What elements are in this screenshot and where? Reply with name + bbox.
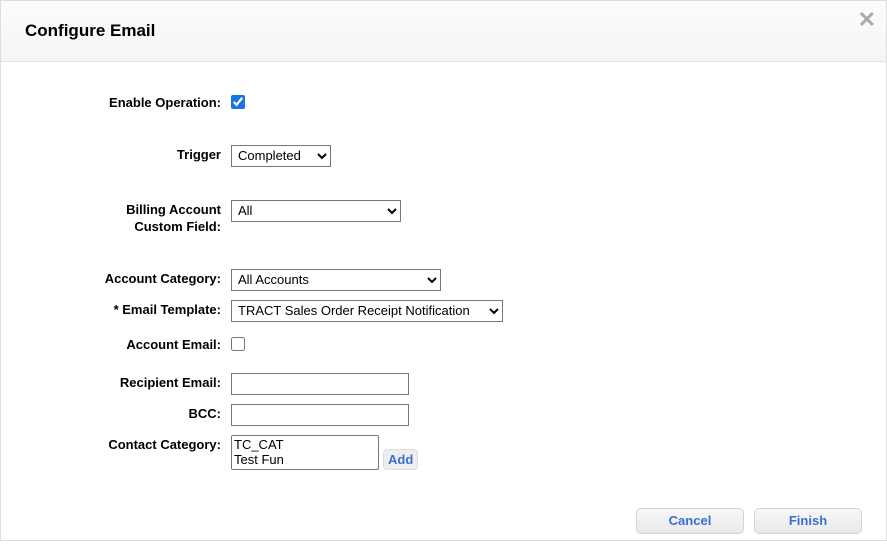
add-link[interactable]: Add [383, 449, 418, 470]
option-contact-testfun[interactable]: Test Fun [234, 452, 376, 468]
configure-email-dialog: Configure Email ✕ Enable Operation: Trig… [0, 0, 887, 541]
row-recipient-email: Recipient Email: [21, 372, 866, 395]
option-contact-tccat[interactable]: TC_CAT [234, 437, 376, 453]
select-account-category[interactable]: All Accounts [231, 269, 441, 291]
label-bcc: BCC: [21, 403, 231, 423]
row-trigger: Trigger Completed [21, 144, 866, 167]
dialog-title: Configure Email [25, 21, 862, 41]
dialog-footer: Cancel Finish [1, 498, 886, 558]
input-bcc[interactable] [231, 404, 409, 426]
label-account-category: Account Category: [21, 268, 231, 288]
row-account-email: Account Email: [21, 334, 866, 354]
row-bcc: BCC: [21, 403, 866, 426]
label-account-email: Account Email: [21, 334, 231, 354]
label-billing-account: Billing AccountCustom Field: [21, 199, 231, 236]
close-icon[interactable]: ✕ [858, 9, 876, 31]
label-enable-operation: Enable Operation: [21, 92, 231, 112]
checkbox-account-email[interactable] [231, 337, 245, 351]
row-contact-category: Contact Category: TC_CAT Test Fun Add [21, 434, 866, 470]
select-trigger[interactable]: Completed [231, 145, 331, 167]
select-email-template[interactable]: TRACT Sales Order Receipt Notification [231, 300, 503, 322]
input-recipient-email[interactable] [231, 373, 409, 395]
finish-button[interactable]: Finish [754, 508, 862, 534]
select-billing-account-custom-field[interactable]: All [231, 200, 401, 222]
row-billing-account: Billing AccountCustom Field: All [21, 199, 866, 236]
cancel-button[interactable]: Cancel [636, 508, 744, 534]
row-email-template: * Email Template: TRACT Sales Order Rece… [21, 299, 866, 322]
label-trigger: Trigger [21, 144, 231, 164]
dialog-body: Enable Operation: Trigger Completed Bill… [1, 62, 886, 498]
label-recipient-email: Recipient Email: [21, 372, 231, 392]
row-account-category: Account Category: All Accounts [21, 268, 866, 291]
label-email-template: * Email Template: [21, 299, 231, 319]
row-enable-operation: Enable Operation: [21, 92, 866, 112]
label-contact-category: Contact Category: [21, 434, 231, 454]
select-contact-category[interactable]: TC_CAT Test Fun [231, 435, 379, 470]
dialog-header: Configure Email ✕ [1, 1, 886, 62]
checkbox-enable-operation[interactable] [231, 95, 245, 109]
